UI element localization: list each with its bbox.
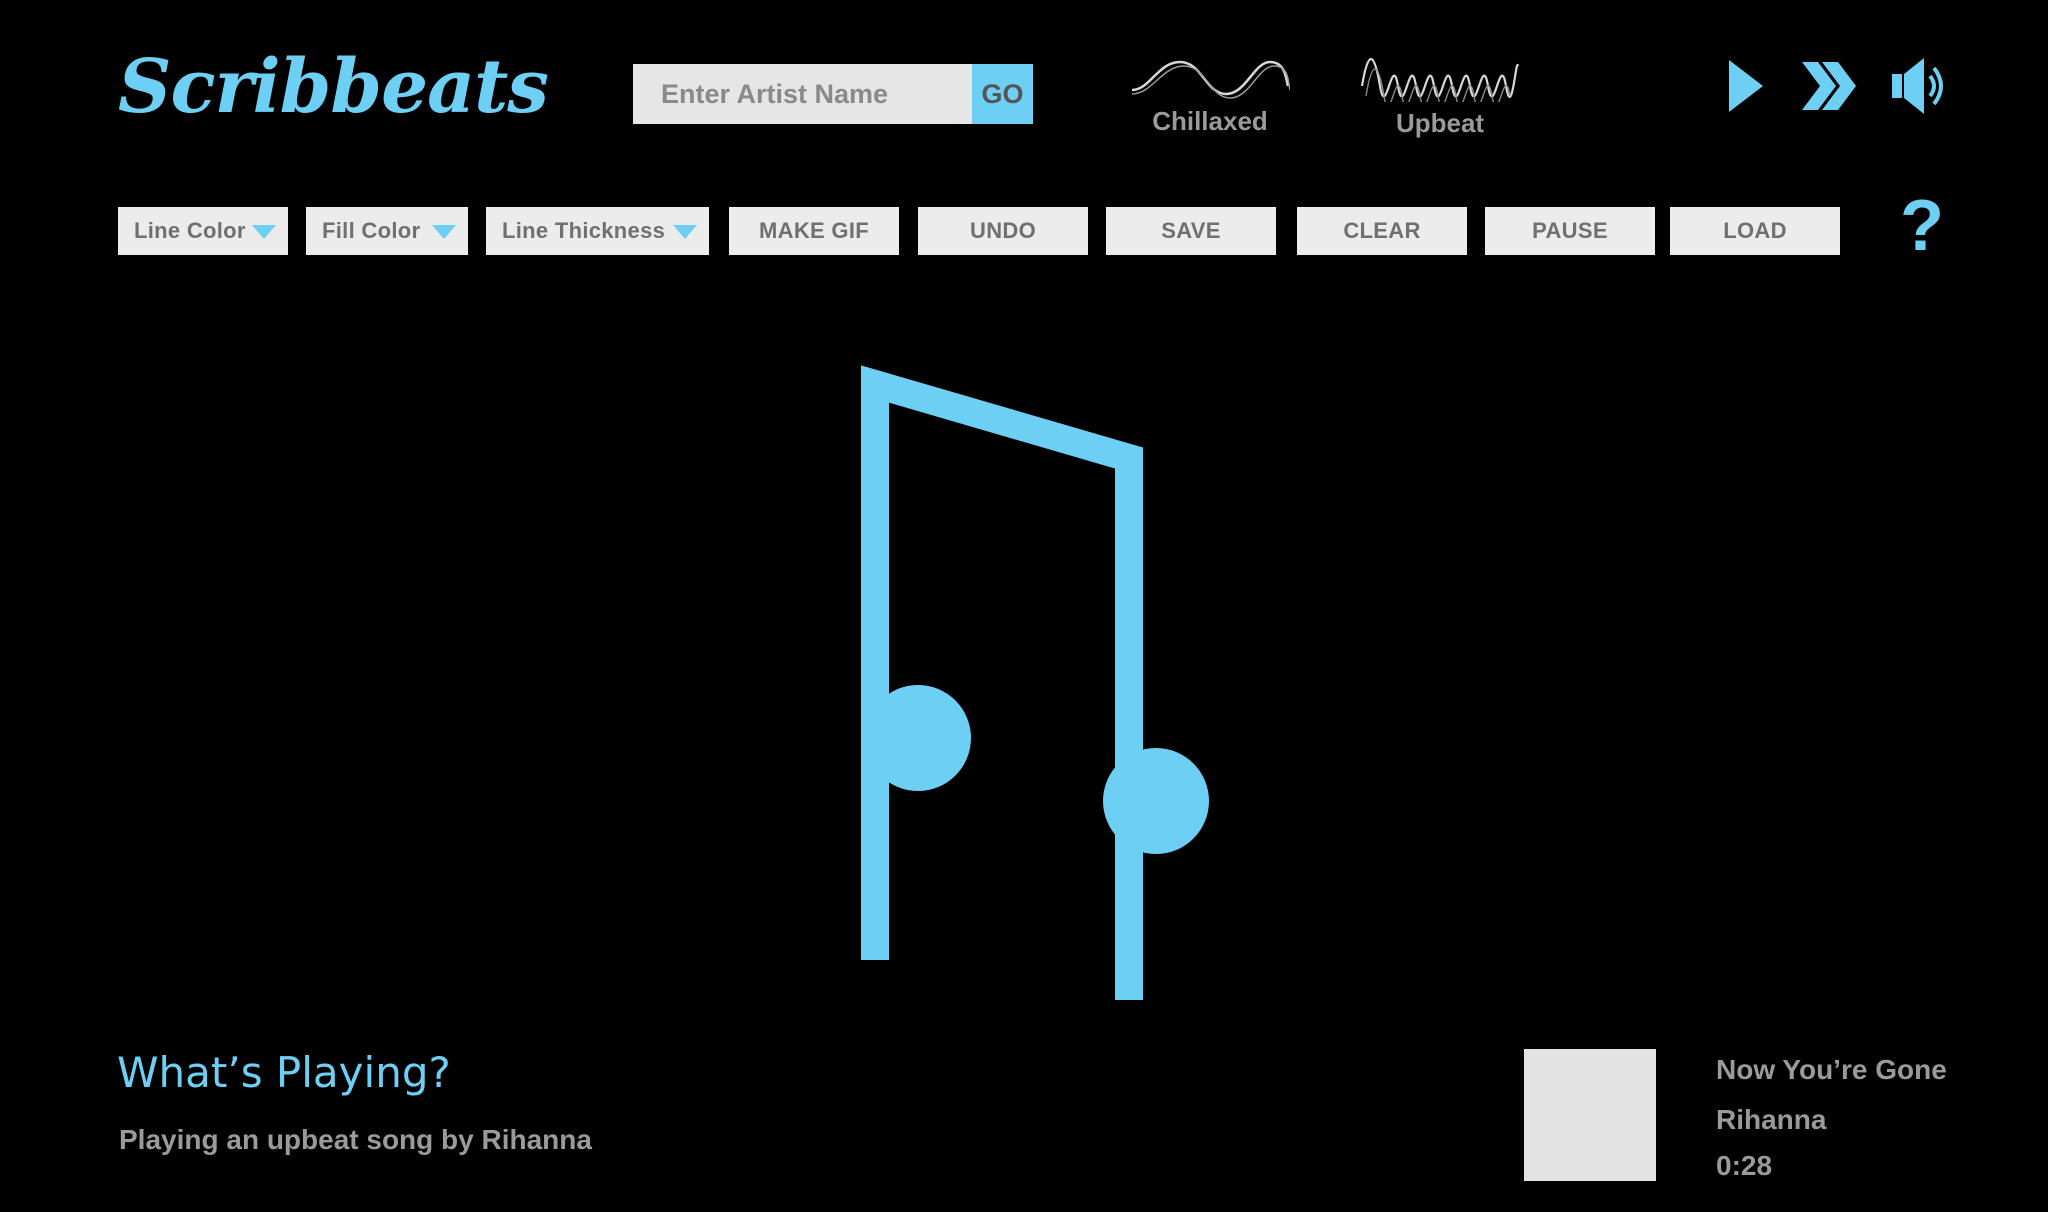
pause-button[interactable]: PAUSE: [1485, 207, 1655, 255]
load-button[interactable]: LOAD: [1670, 207, 1840, 255]
chevron-down-icon: [673, 225, 697, 239]
undo-button[interactable]: UNDO: [918, 207, 1088, 255]
fill-color-label: Fill Color: [322, 218, 421, 243]
fill-color-dropdown[interactable]: Fill Color: [306, 207, 468, 255]
play-icon[interactable]: [1726, 58, 1766, 114]
go-button[interactable]: GO: [972, 64, 1033, 124]
track-title: Now You’re Gone: [1716, 1054, 1947, 1085]
line-thickness-label: Line Thickness: [502, 218, 666, 243]
mood-upbeat-button[interactable]: Upbeat: [1350, 46, 1530, 139]
line-color-dropdown[interactable]: Line Color: [118, 207, 288, 255]
clear-button[interactable]: CLEAR: [1297, 207, 1467, 255]
mood-chillaxed-button[interactable]: Chillaxed: [1120, 56, 1300, 137]
music-note-icon: [861, 365, 1209, 1000]
line-thickness-dropdown[interactable]: Line Thickness: [486, 207, 709, 255]
artist-search: GO: [633, 64, 1033, 124]
chevron-down-icon: [432, 225, 456, 239]
help-icon[interactable]: ?: [1900, 190, 1944, 262]
mood-label: Chillaxed: [1152, 106, 1268, 136]
app-root: Scribbeats GO Chillaxed Upbeat: [0, 0, 2048, 1212]
app-logo: Scribbeats: [118, 44, 549, 130]
save-button[interactable]: SAVE: [1106, 207, 1276, 255]
album-art: [1524, 1049, 1656, 1181]
line-color-label: Line Color: [134, 218, 246, 243]
fast-forward-icon[interactable]: [1800, 58, 1858, 114]
track-time: 0:28: [1716, 1150, 1773, 1181]
drawing-canvas[interactable]: [118, 280, 1948, 1000]
artist-search-input[interactable]: [633, 64, 972, 124]
whats-playing-heading: What’s Playing?: [117, 1048, 451, 1097]
slow-wave-icon: [1131, 60, 1290, 99]
track-artist: Rihanna: [1716, 1104, 1827, 1135]
volume-icon[interactable]: [1890, 54, 1952, 118]
fast-wave-icon: [1360, 58, 1520, 102]
mood-label: Upbeat: [1395, 108, 1485, 138]
chevron-down-icon: [252, 225, 276, 239]
make-gif-button[interactable]: MAKE GIF: [729, 207, 899, 255]
whats-playing-description: Playing an upbeat song by Rihanna: [119, 1124, 592, 1155]
